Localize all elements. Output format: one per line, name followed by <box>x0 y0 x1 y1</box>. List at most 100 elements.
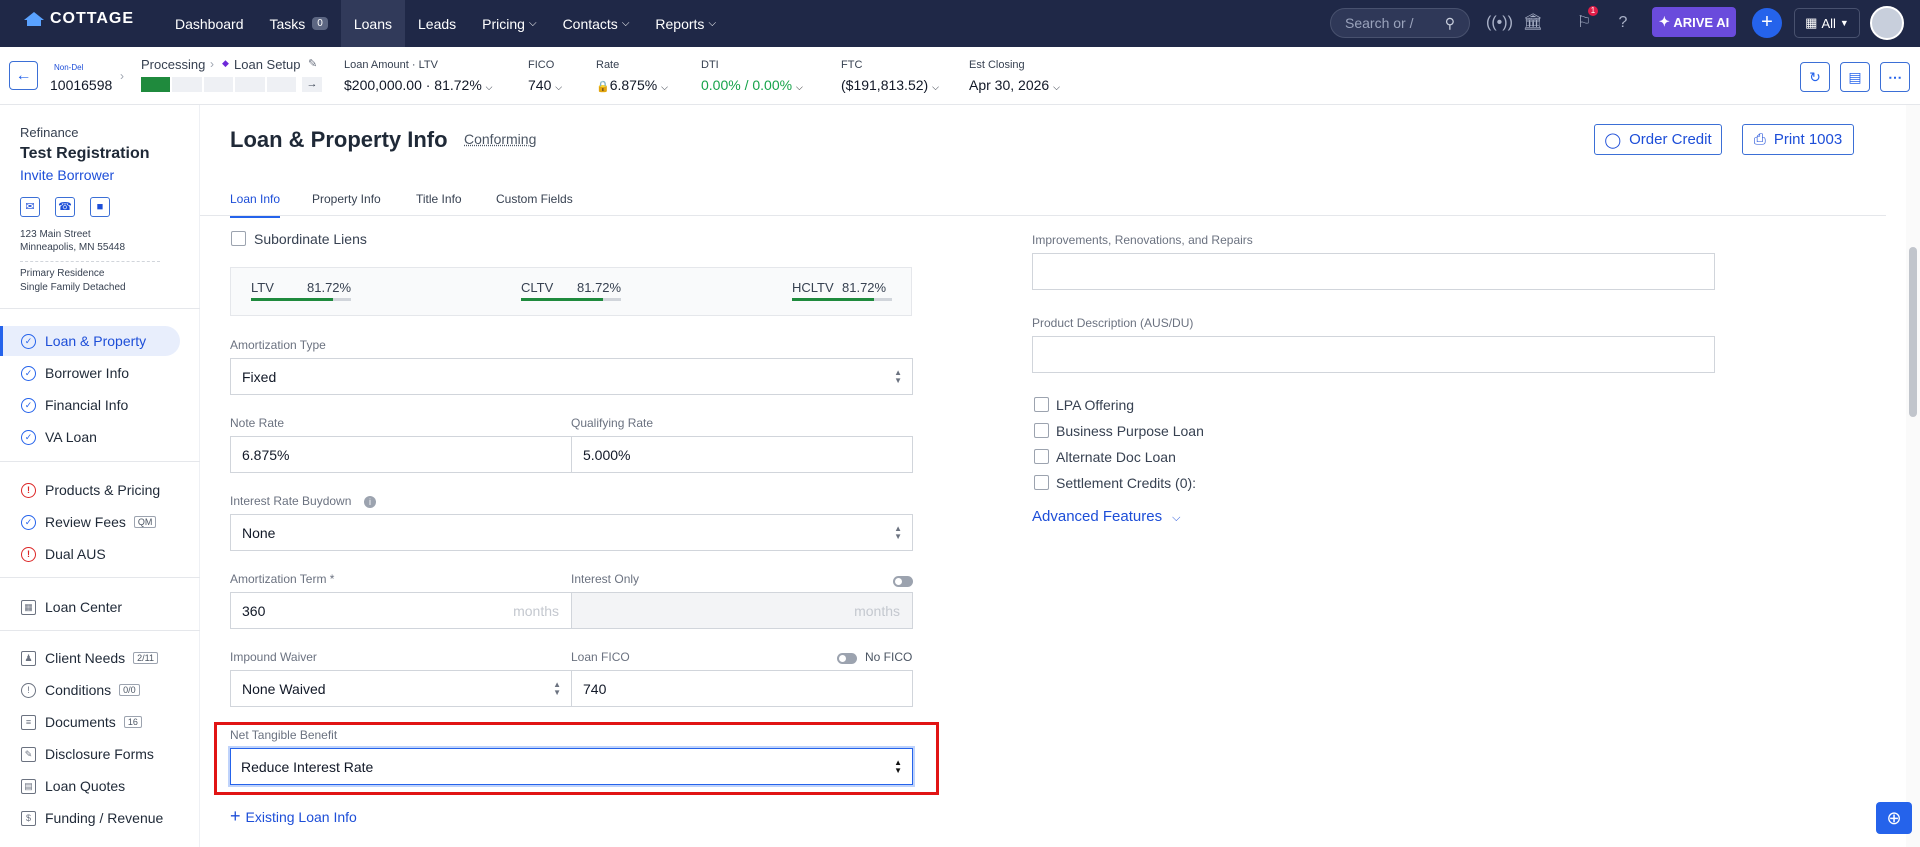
invite-borrower-link[interactable]: Invite Borrower <box>20 167 114 183</box>
property-address-line2: Minneapolis, MN 55448 <box>20 242 126 253</box>
quick-add-icon[interactable]: ⊕ <box>1876 802 1912 834</box>
chevron-down-icon: ⌵ <box>1053 82 1060 92</box>
sidebar-item-loan-property[interactable]: ✓ Loan & Property <box>0 326 180 356</box>
sidebar-item-label: Borrower Info <box>45 365 130 381</box>
loan-amount-value[interactable]: $200,000.00 · 81.72% ⌵ <box>344 77 493 93</box>
sidebar-item-financial-info[interactable]: ✓ Financial Info <box>0 390 180 420</box>
subordinate-liens-checkbox[interactable] <box>231 231 246 246</box>
scrollbar-thumb[interactable] <box>1909 247 1917 417</box>
chat-icon[interactable]: ■ <box>90 197 110 217</box>
buydown-select[interactable]: None ▲ ▼ <box>230 514 913 551</box>
print-1003-button[interactable]: ⎙ Print 1003 <box>1742 124 1854 155</box>
sidebar-item-label: Review Fees <box>45 514 126 530</box>
settlement-credits-checkbox[interactable] <box>1034 475 1049 490</box>
sidebar-item-products-pricing[interactable]: ! Products & Pricing <box>0 475 180 505</box>
document-icon: ≡ <box>21 714 36 730</box>
refresh-icon[interactable]: ↻ <box>1800 62 1830 92</box>
sidebar-item-va-loan[interactable]: ✓ VA Loan <box>0 422 180 452</box>
warning-icon: ! <box>21 482 36 498</box>
order-credit-label: Order Credit <box>1629 131 1712 148</box>
info-icon[interactable]: i <box>364 496 376 508</box>
amort-term-input[interactable]: 360 months <box>230 592 572 629</box>
ftc-value[interactable]: ($191,813.52) ⌵ <box>841 77 939 93</box>
fico-value[interactable]: 740 ⌵ <box>528 77 562 93</box>
help-icon[interactable]: ? <box>1612 12 1634 34</box>
bank-icon[interactable]: 🏛 <box>1522 12 1544 34</box>
conditions-count: 0/0 <box>119 684 140 696</box>
house-logo-icon <box>24 12 44 26</box>
brand-name: COTTAGE <box>50 10 135 27</box>
sidebar-item-borrower-info[interactable]: ✓ Borrower Info <box>0 358 180 388</box>
chevron-down-icon: ⌵ <box>661 82 668 92</box>
sidebar-item-disclosure-forms[interactable]: ✎ Disclosure Forms <box>0 739 180 769</box>
loan-purpose: Refinance <box>20 125 79 140</box>
edit-icon[interactable]: ✎ <box>308 57 317 70</box>
sidebar-item-funding-revenue[interactable]: $ Funding / Revenue <box>0 803 180 833</box>
company-scope-select[interactable]: ▦ All ▼ <box>1794 8 1860 38</box>
broadcast-icon[interactable]: ((•)) <box>1486 12 1513 34</box>
sidebar-item-label: Disclosure Forms <box>45 746 154 762</box>
sidebar-item-conditions[interactable]: ! Conditions 0/0 <box>0 675 180 705</box>
tab-title-info[interactable]: Title Info <box>416 192 462 206</box>
nav-pricing[interactable]: Pricing ⌵ <box>469 0 549 47</box>
sidebar-item-dual-aus[interactable]: ! Dual AUS <box>0 539 180 569</box>
buydown-value: None <box>242 525 276 541</box>
page-scrollbar[interactable] <box>1906 105 1920 847</box>
impound-waiver-value: None Waived <box>242 681 326 697</box>
nav-tasks[interactable]: Tasks 0 <box>257 0 341 47</box>
qualifying-rate-input[interactable]: 5.000% <box>571 436 913 473</box>
more-options-icon[interactable]: ⋯ <box>1880 62 1910 92</box>
loan-program-link[interactable]: Conforming <box>464 131 536 147</box>
sidebar-item-documents[interactable]: ≡ Documents 16 <box>0 707 180 737</box>
order-credit-button[interactable]: ◯ Order Credit <box>1594 124 1722 155</box>
existing-loan-info-link[interactable]: + Existing Loan Info <box>230 806 357 827</box>
sidebar-item-loan-center[interactable]: ▦ Loan Center <box>0 592 180 622</box>
address-divider <box>20 261 160 262</box>
arive-ai-button[interactable]: ✦ ARIVE AI <box>1652 7 1736 37</box>
hcltv-value: 81.72% <box>842 280 887 295</box>
email-icon[interactable]: ✉ <box>20 197 40 217</box>
nav-reports[interactable]: Reports ⌵ <box>642 0 729 47</box>
impound-waiver-select[interactable]: None Waived ▲ ▼ <box>230 670 572 707</box>
amortization-type-select[interactable]: Fixed ▲ ▼ <box>230 358 913 395</box>
create-new-button[interactable]: + <box>1752 8 1782 38</box>
note-rate-input[interactable]: 6.875% <box>230 436 572 473</box>
tab-custom-fields[interactable]: Custom Fields <box>496 192 573 206</box>
interest-only-toggle[interactable] <box>893 576 913 587</box>
sidebar-item-loan-quotes[interactable]: ▤ Loan Quotes <box>0 771 180 801</box>
product-description-input[interactable] <box>1032 336 1715 373</box>
diamond-icon: ◆ <box>222 58 229 68</box>
sidebar-item-review-fees[interactable]: ✓ Review Fees QM <box>0 507 180 537</box>
loan-fico-input[interactable]: 740 <box>571 670 913 707</box>
business-purpose-checkbox[interactable] <box>1034 423 1049 438</box>
dti-value[interactable]: 0.00% / 0.00% ⌵ <box>701 77 803 93</box>
loan-number: 10016598 <box>50 77 113 93</box>
back-button[interactable]: ← <box>9 61 38 90</box>
est-closing-value[interactable]: Apr 30, 2026 ⌵ <box>969 77 1060 93</box>
nav-leads[interactable]: Leads <box>405 0 469 47</box>
lpa-offering-checkbox[interactable] <box>1034 397 1049 412</box>
improvements-input[interactable] <box>1032 253 1715 290</box>
phone-icon[interactable]: ☎ <box>55 197 75 217</box>
tab-property-info[interactable]: Property Info <box>312 192 381 206</box>
progress-segment <box>266 77 297 92</box>
cottage-logo[interactable]: COTTAGE <box>24 10 134 28</box>
rate-value[interactable]: 🔒6.875% ⌵ <box>596 77 668 93</box>
nav-contacts[interactable]: Contacts ⌵ <box>550 0 643 47</box>
nav-dashboard[interactable]: Dashboard <box>162 0 257 47</box>
sidebar-item-client-needs[interactable]: ♟ Client Needs 2/11 <box>0 643 180 673</box>
user-avatar[interactable] <box>1870 6 1904 40</box>
comments-icon[interactable]: ▤ <box>1840 62 1870 92</box>
alternate-doc-checkbox[interactable] <box>1034 449 1049 464</box>
no-fico-toggle[interactable] <box>837 653 857 664</box>
tab-loan-info[interactable]: Loan Info <box>230 192 281 218</box>
global-search-input[interactable]: Search or / ⚲ <box>1330 8 1470 38</box>
pen-icon: ✎ <box>21 746 36 762</box>
nav-loans[interactable]: Loans <box>340 0 406 47</box>
advanced-features-toggle[interactable]: Advanced Features ⌵ <box>1032 508 1180 525</box>
advance-stage-button[interactable]: → <box>302 77 322 92</box>
borrower-name: Test Registration <box>20 145 150 162</box>
dti-text: 0.00% / 0.00% <box>701 77 793 93</box>
est-closing-text: Apr 30, 2026 <box>969 77 1050 93</box>
hcltv-label: HCLTV <box>792 280 834 295</box>
